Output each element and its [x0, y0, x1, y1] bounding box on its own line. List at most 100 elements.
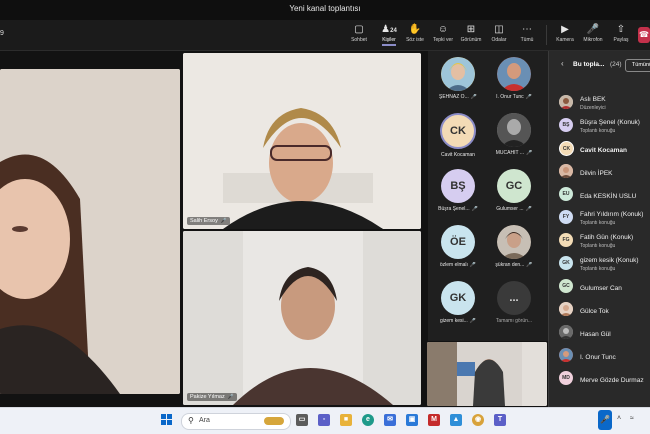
- participant-list-item[interactable]: FY Fahri Yıldırım (Konuk) Toplantı konuğ…: [559, 208, 650, 230]
- participant-name: Cavit Kocaman: [580, 147, 627, 154]
- participant-name: Gulumser Can: [580, 285, 622, 292]
- grid-participant[interactable]: I. Onur Tunc 🎤: [486, 53, 542, 105]
- notification-highlight[interactable]: 🎤: [598, 410, 612, 430]
- share-button[interactable]: ⇧ Paylaş: [606, 23, 636, 43]
- video-tile-pakize-yilmaz[interactable]: Pakize Yılmaz 🎤: [183, 231, 421, 405]
- teams-icon[interactable]: T: [494, 414, 506, 426]
- file-explorer-icon[interactable]: ■: [340, 414, 352, 426]
- participant-role: Toplantı konuğu: [580, 243, 616, 249]
- mic-muted-icon: 🎤: [525, 206, 532, 212]
- avatar: MD: [559, 371, 573, 385]
- camera-icon: ▶: [561, 24, 569, 35]
- participant-video: [183, 53, 421, 229]
- grid-participant-name: şükran den... 🎤: [495, 262, 533, 268]
- store-icon[interactable]: ▣: [406, 414, 418, 426]
- avatar: GC: [497, 169, 531, 203]
- participant-list-item[interactable]: GC Gulumser Can: [559, 277, 650, 299]
- participant-list-item[interactable]: GK gizem kesik (Konuk) Toplantı konuğu: [559, 254, 650, 276]
- camera-button[interactable]: ▶ Kamera: [550, 23, 580, 43]
- participant-list-item[interactable]: CK Cavit Kocaman: [559, 139, 650, 161]
- participant-list-item[interactable]: Gülce Tok: [559, 300, 650, 322]
- participant-name-label: Pakize Yılmaz 🎤: [187, 393, 237, 401]
- task-view-icon[interactable]: ▭: [296, 414, 308, 426]
- avatar: [559, 325, 573, 339]
- breakout-rooms-button[interactable]: ◫ Odalar: [484, 23, 514, 43]
- search-icon: ⚲: [188, 416, 194, 425]
- chevron-up-icon[interactable]: ˄: [617, 415, 621, 422]
- mic-muted-icon: 🎤: [469, 318, 477, 324]
- edge-icon[interactable]: e: [362, 414, 374, 426]
- video-tile-speaker[interactable]: [0, 69, 180, 394]
- search-text: Ara: [199, 417, 210, 424]
- chevron-left-icon[interactable]: ‹: [561, 59, 564, 68]
- avatar: BŞ: [559, 118, 573, 132]
- taskbar-search[interactable]: ⚲ Ara: [181, 413, 291, 430]
- mic-muted-icon: 🎤: [526, 150, 533, 156]
- raise-hand-button[interactable]: ✋ Söz iste: [400, 23, 430, 43]
- chat-icon: ▢: [354, 24, 364, 35]
- more-icon: ...: [497, 281, 531, 315]
- participant-list-item[interactable]: I. Onur Tunc: [559, 346, 650, 368]
- title-bar: Yeni kanal toplantısı: [0, 0, 650, 20]
- participant-name: Merve Gözde Durmaz: [580, 377, 644, 384]
- grid-participant[interactable]: BŞ Büşra Şenel... 🎤: [430, 165, 486, 217]
- participant-list-item[interactable]: Hasan Gül: [559, 323, 650, 345]
- participant-list-item[interactable]: FG Fatih Gün (Konuk) Toplantı konuğu: [559, 231, 650, 253]
- teams-chat-icon[interactable]: ▫: [318, 414, 330, 426]
- see-all-button[interactable]: ... Tamamı görün...: [486, 277, 542, 329]
- leave-button[interactable]: ☎: [638, 27, 650, 43]
- grid-participant[interactable]: şükran den... 🎤: [486, 221, 542, 273]
- windows-start-icon[interactable]: [161, 414, 173, 426]
- participant-role: Düzenleyici: [580, 105, 606, 111]
- mcafee-icon[interactable]: M: [428, 414, 440, 426]
- avatar: FG: [559, 233, 573, 247]
- participant-list-item[interactable]: MD Merve Gözde Durmaz: [559, 369, 650, 391]
- avatar: [559, 348, 573, 362]
- avatar: GC: [559, 279, 573, 293]
- mail-icon[interactable]: ✉: [384, 414, 396, 426]
- mic-muted-icon: 🎤: [470, 94, 477, 100]
- grid-participant[interactable]: CK Cavit Kocaman: [430, 109, 486, 161]
- participant-list-item[interactable]: BŞ Büşra Şenel (Konuk) Toplantı konuğu: [559, 116, 650, 138]
- chrome-icon[interactable]: ◉: [472, 414, 484, 426]
- people-panel: ‹ Bu topla... (24) Tümünü Aslı BEK Düzen…: [548, 51, 650, 407]
- people-panel-header: ‹ Bu topla... (24) Tümünü: [549, 51, 650, 79]
- grid-participant-name: Cavit Kocaman: [441, 152, 475, 158]
- avatar: ÖE: [441, 225, 475, 259]
- self-view-tile[interactable]: [427, 342, 547, 406]
- breakout-rooms-label: Odalar: [491, 37, 507, 43]
- grid-participant[interactable]: MÜCAHİT ... 🎤: [486, 109, 542, 161]
- reaction-button[interactable]: ☺ Tepki ver: [428, 23, 458, 43]
- raise-hand-label: Söz iste: [406, 37, 424, 43]
- avatar: CK: [559, 141, 574, 156]
- mic-muted-icon: 🎤: [526, 262, 533, 268]
- grid-participant-name: özlem elmalı 🎤: [439, 262, 477, 268]
- avatar: [559, 302, 573, 316]
- wifi-icon[interactable]: ≈: [630, 415, 634, 422]
- video-tile-salih-ersoy[interactable]: Salih Ersoy 🎤: [183, 53, 421, 229]
- view-button[interactable]: ⊞ Görünüm: [456, 23, 486, 43]
- chat-button[interactable]: ▢ Sohbet: [344, 23, 374, 43]
- grid-participant[interactable]: ÖE özlem elmalı 🎤: [430, 221, 486, 273]
- participant-list-item[interactable]: Dilvin İPEK: [559, 162, 650, 184]
- participant-grid: ŞEHNAZ Ö... 🎤 I. Onur Tunc 🎤 CK Cavit Koca…: [428, 51, 548, 341]
- photos-icon[interactable]: ▲: [450, 414, 462, 426]
- participant-list-item[interactable]: EU Eda KESKİN USLU: [559, 185, 650, 207]
- participant-name: I. Onur Tunc: [580, 354, 616, 361]
- microphone-button[interactable]: 🎤 Mikrofon: [578, 23, 608, 43]
- grid-participant[interactable]: ŞEHNAZ Ö... 🎤: [430, 53, 486, 105]
- grid-participant[interactable]: GK gizem kesi... 🎤: [430, 277, 486, 329]
- participant-count: (24): [610, 61, 622, 68]
- reaction-label: Tepki ver: [432, 37, 453, 43]
- participant-list-item[interactable]: Aslı BEK Düzenleyici: [559, 93, 650, 115]
- more-button[interactable]: ⋯ Tümü: [512, 23, 542, 43]
- mute-all-button[interactable]: Tümünü: [625, 59, 650, 72]
- participant-name: Hasan Gül: [580, 331, 611, 338]
- participant-name: Fahri Yıldırım (Konuk): [580, 211, 644, 218]
- avatar: EU: [559, 187, 573, 201]
- avatar: [497, 57, 531, 91]
- participant-name: gizem kesik (Konuk): [580, 257, 639, 264]
- windows-taskbar: ⚲ Ara ▭ ▫ ■ e ✉ ▣ M ▲ ◉ T 🎤 ˄ ≈: [0, 407, 650, 434]
- grid-participant[interactable]: GC Gulumser ... 🎤: [486, 165, 542, 217]
- participant-role: Toplantı konuğu: [580, 220, 616, 226]
